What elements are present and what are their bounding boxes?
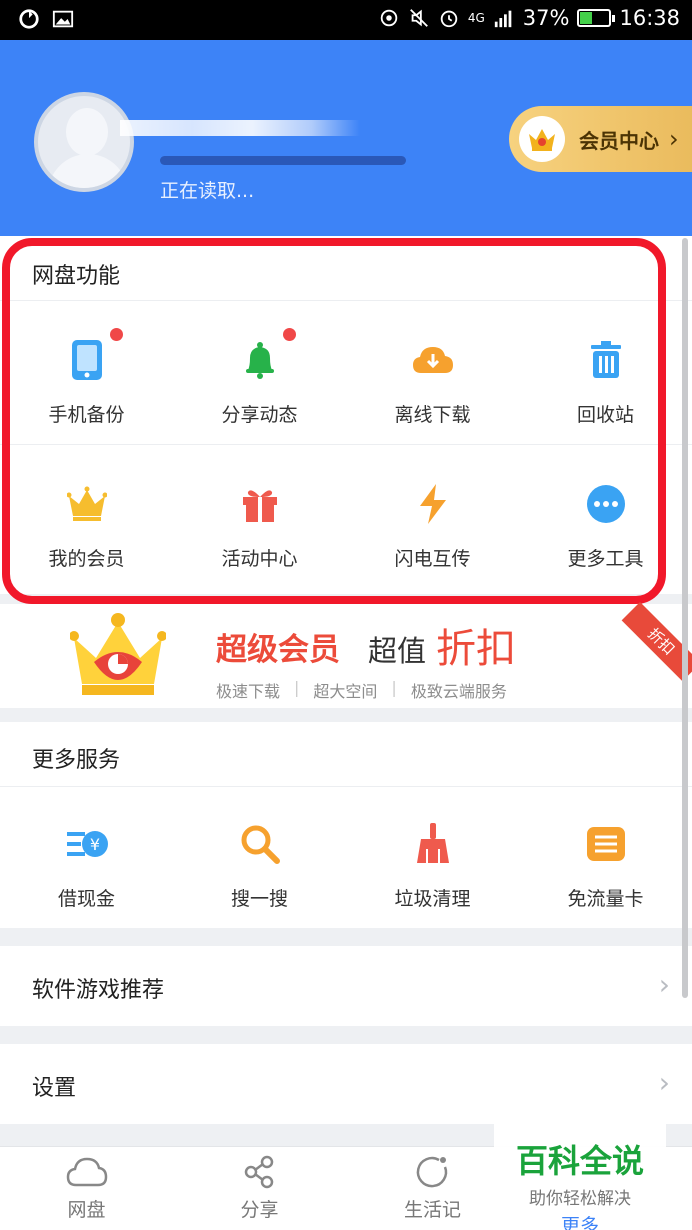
grid-item-my-vip[interactable]: 我的会员 xyxy=(0,480,173,571)
tab-share[interactable]: 分享 xyxy=(173,1155,346,1222)
chevron-right-icon: › xyxy=(658,1066,670,1099)
grid-item-label: 离线下载 xyxy=(394,404,471,426)
network-type: 4G xyxy=(467,11,485,25)
lightning-icon xyxy=(409,480,457,528)
new-badge xyxy=(109,328,123,341)
status-bar: 4G 37% 16:38 xyxy=(0,0,692,40)
avatar-body xyxy=(48,154,128,188)
tab-label: 网盘 xyxy=(67,1199,106,1221)
grid-item-activity-center[interactable]: 活动中心 xyxy=(173,480,346,571)
section-title: 网盘功能 xyxy=(32,264,121,289)
grid-item-recycle-bin[interactable]: 回收站 xyxy=(519,336,692,427)
feature-text: 极致云端服务 xyxy=(410,682,507,701)
divider xyxy=(0,444,692,445)
gift-icon xyxy=(236,480,284,528)
data-card-icon xyxy=(582,820,630,868)
nfc-icon xyxy=(380,9,398,27)
new-badge xyxy=(282,328,296,341)
vip-center-button[interactable]: 会员中心 › xyxy=(509,106,692,172)
grid-item-data-card[interactable]: 免流量卡 xyxy=(519,820,692,911)
row-label: 软件游戏推荐 xyxy=(32,978,165,1003)
grid-item-more-tools[interactable]: 更多工具 xyxy=(519,480,692,571)
more-services-card: 更多服务 ¥ 借现金 搜一搜 垃圾清理 免流量卡 xyxy=(0,722,692,928)
alarm-icon xyxy=(440,10,458,28)
settings-row[interactable]: 设置 › xyxy=(0,1044,692,1124)
life-icon xyxy=(416,1156,447,1188)
banner-title: 超级会员 xyxy=(216,632,340,668)
clock: 16:38 xyxy=(619,6,680,30)
row-label: 设置 xyxy=(32,1076,77,1101)
grid-item-cash-loan[interactable]: ¥ 借现金 xyxy=(0,820,173,911)
grid-item-search[interactable]: 搜一搜 xyxy=(173,820,346,911)
cash-loan-icon: ¥ xyxy=(63,820,111,868)
battery-percent: 37% xyxy=(522,6,570,30)
chevron-right-icon: › xyxy=(669,125,679,153)
grid-item-label: 更多工具 xyxy=(567,548,644,570)
feature-text: 极速下载 xyxy=(216,682,281,701)
tab-label: 分享 xyxy=(240,1199,279,1221)
grid-item-flash-transfer[interactable]: 闪电互传 xyxy=(346,480,519,571)
banner-features: 极速下载 | 超大空间 | 极致云端服务 xyxy=(216,678,507,702)
grid-item-label: 我的会员 xyxy=(48,548,125,570)
bell-icon xyxy=(236,328,296,384)
crown-icon xyxy=(63,480,111,528)
sync-icon xyxy=(19,9,39,29)
banner-value-text: 超值 xyxy=(368,634,427,668)
banner-discount-text: 折扣 xyxy=(436,626,516,672)
grid-item-label: 闪电互传 xyxy=(394,548,471,570)
grid-item-label: 分享动态 xyxy=(221,404,298,426)
search-icon xyxy=(236,820,284,868)
grid-item-label: 借现金 xyxy=(57,888,115,910)
crown-badge-icon xyxy=(519,116,565,162)
watermark-overlay: 百科全说 助你轻松解决 更多 xyxy=(494,1120,666,1230)
section-title: 更多服务 xyxy=(32,748,121,773)
signal-icon xyxy=(494,10,512,28)
svg-text:¥: ¥ xyxy=(89,835,99,854)
tab-netdisk[interactable]: 网盘 xyxy=(0,1155,173,1222)
image-icon xyxy=(52,10,74,28)
scrollbar[interactable] xyxy=(682,238,688,998)
super-vip-banner[interactable]: 超级会员 超值 折扣 极速下载 | 超大空间 | 极致云端服务 折扣 xyxy=(0,602,692,708)
avatar-head xyxy=(66,108,108,156)
tab-more[interactable]: 更多 xyxy=(494,1211,666,1230)
loading-text: 正在读取... xyxy=(160,180,255,202)
grid-item-label: 免流量卡 xyxy=(567,888,644,910)
grid-item-label: 活动中心 xyxy=(221,548,298,570)
grid-item-label: 手机备份 xyxy=(48,404,125,426)
profile-header: 正在读取... 会员中心 › xyxy=(0,40,692,236)
divider xyxy=(0,300,692,301)
cloud-icon xyxy=(66,1157,107,1187)
share-icon xyxy=(244,1155,273,1189)
cloud-download-icon xyxy=(409,336,457,384)
grid-item-phone-backup[interactable]: 手机备份 xyxy=(0,328,173,427)
divider xyxy=(0,786,692,787)
username-redacted xyxy=(120,120,360,136)
storage-progress xyxy=(160,156,406,165)
software-games-row[interactable]: 软件游戏推荐 › xyxy=(0,946,692,1026)
phone-icon xyxy=(63,328,123,384)
broom-icon xyxy=(409,820,457,868)
grid-item-label: 回收站 xyxy=(576,404,634,426)
feature-separator: | xyxy=(294,678,300,697)
vip-center-label: 会员中心 xyxy=(579,128,659,153)
avatar[interactable] xyxy=(34,92,134,192)
battery-icon xyxy=(577,9,616,27)
grid-item-junk-clean[interactable]: 垃圾清理 xyxy=(346,820,519,911)
big-crown-icon xyxy=(70,613,166,695)
chevron-right-icon: › xyxy=(658,968,670,1001)
grid-item-label: 搜一搜 xyxy=(230,888,288,910)
feature-text: 超大空间 xyxy=(313,682,378,701)
battery-fill xyxy=(580,12,592,24)
mute-icon xyxy=(409,9,428,27)
netdisk-functions-card: 网盘功能 手机备份 分享动态 离线下载 回收站 我的会员 活动中心 闪电互传 更… xyxy=(0,236,692,594)
grid-item-label: 垃圾清理 xyxy=(394,888,471,910)
watermark-subtitle: 助你轻松解决 xyxy=(529,1189,631,1209)
grid-item-offline-download[interactable]: 离线下载 xyxy=(346,336,519,427)
grid-item-share-feed[interactable]: 分享动态 xyxy=(173,328,346,427)
more-icon xyxy=(582,480,630,528)
trash-icon xyxy=(582,336,630,384)
watermark-title: 百科全说 xyxy=(515,1142,644,1180)
feature-separator: | xyxy=(391,678,397,697)
